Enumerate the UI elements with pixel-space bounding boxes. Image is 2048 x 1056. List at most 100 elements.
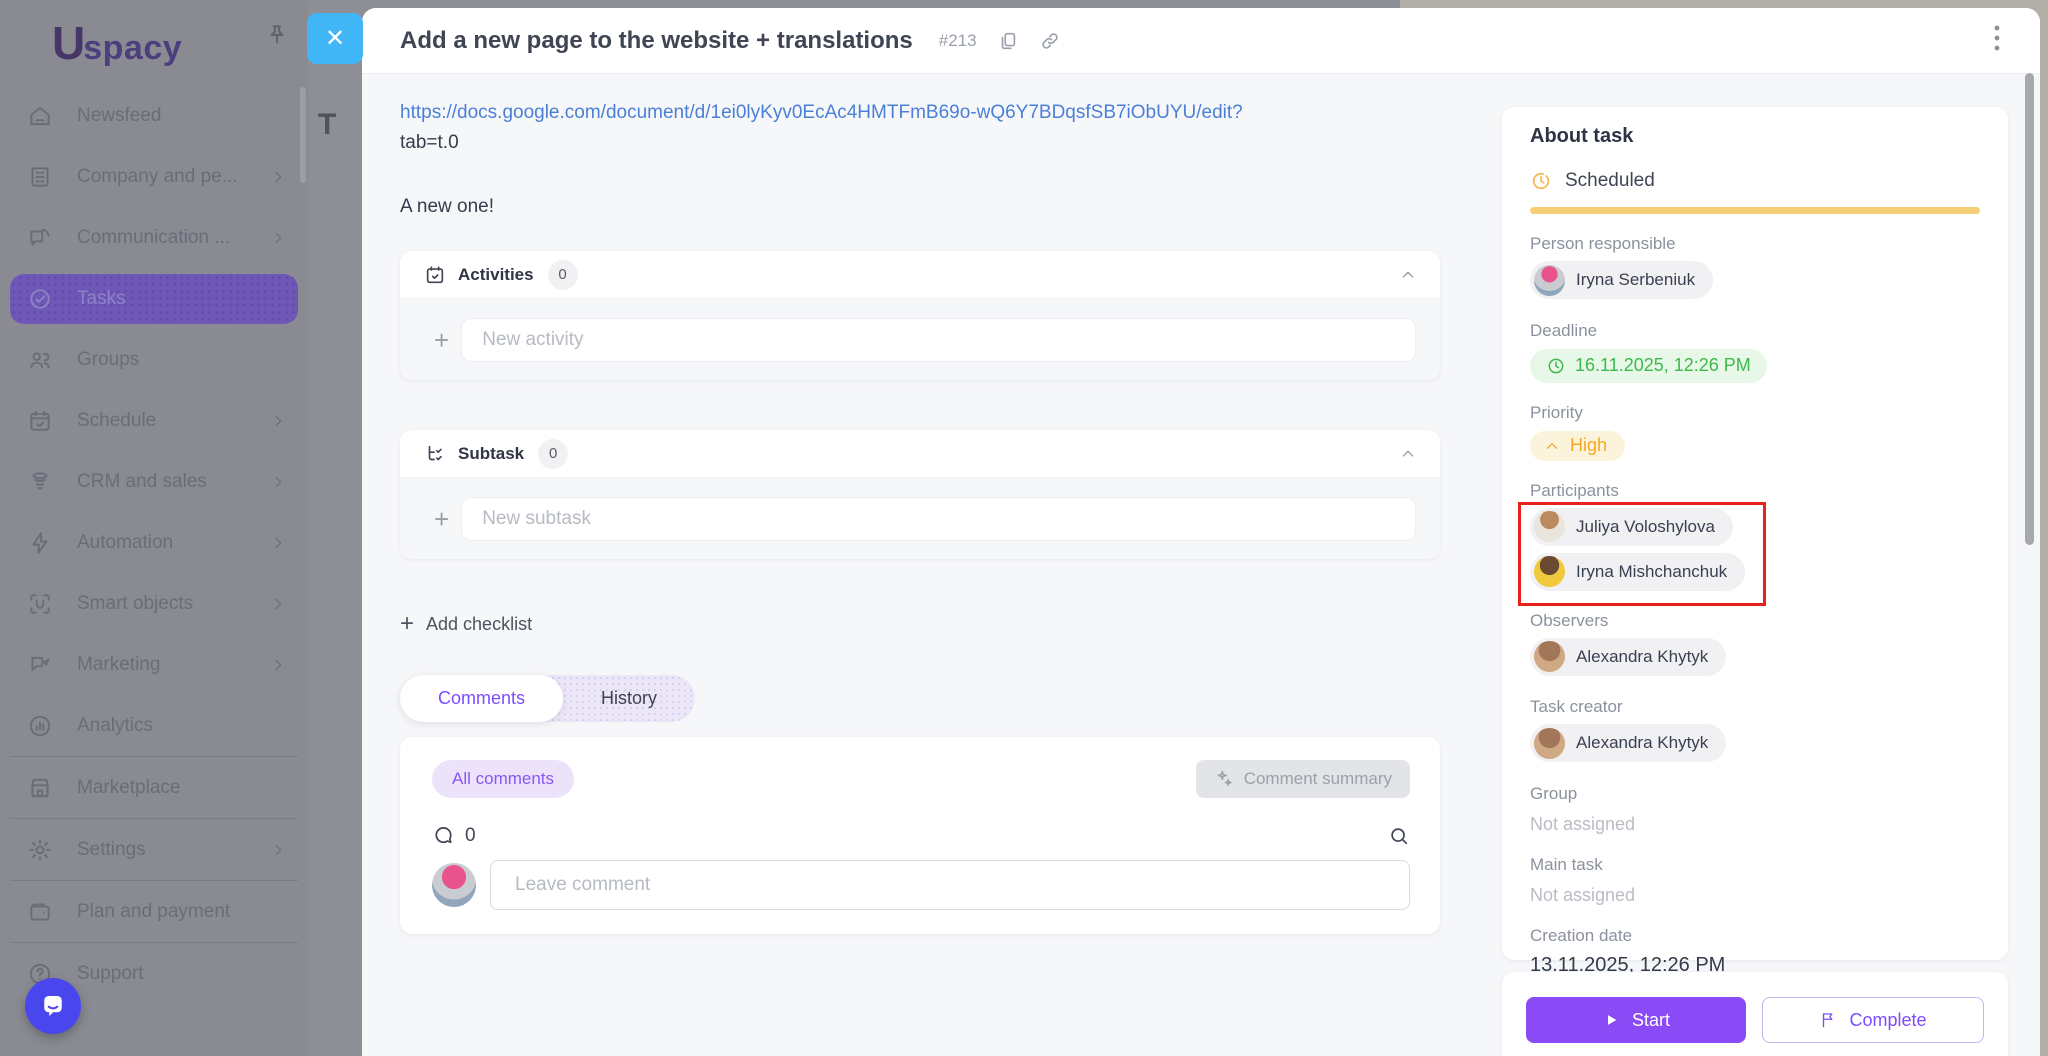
sidebar-item-smart-objects[interactable]: Smart objects	[0, 573, 308, 634]
task-status: Scheduled	[1565, 170, 1655, 192]
complete-button[interactable]: Complete	[1762, 997, 1984, 1043]
funnel-stack-icon	[27, 469, 53, 495]
activities-section: Activities 0 +	[400, 251, 1440, 380]
sidebar: U spacy Newsfeed Company and pe... Commu…	[0, 0, 308, 1056]
avatar	[1534, 641, 1565, 672]
sidebar-item-company[interactable]: Company and pe...	[0, 146, 308, 207]
chevron-right-icon	[270, 474, 286, 490]
sidebar-item-schedule[interactable]: Schedule	[0, 390, 308, 451]
chat-phone-icon	[27, 225, 53, 251]
leave-comment-input[interactable]	[490, 860, 1410, 910]
add-checklist-label: Add checklist	[426, 614, 532, 635]
about-task-panel: About task Scheduled Person responsible …	[1502, 107, 2008, 960]
chevron-right-icon	[270, 230, 286, 246]
person-responsible-value: Iryna Serbeniuk	[1576, 270, 1695, 290]
description-link[interactable]: https://docs.google.com/document/d/1ei0l…	[400, 102, 1243, 123]
sidebar-item-settings[interactable]: Settings	[0, 819, 308, 880]
store-icon	[27, 775, 53, 801]
sidebar-item-label: Automation	[77, 532, 270, 554]
sidebar-item-automation[interactable]: Automation	[0, 512, 308, 573]
observers-label: Observers	[1530, 611, 1980, 631]
chevron-up-icon[interactable]	[1400, 446, 1416, 462]
priority-chip[interactable]: High	[1530, 431, 1625, 461]
copy-icon[interactable]	[997, 30, 1019, 52]
new-activity-input[interactable]	[461, 318, 1416, 362]
logo-mark: U	[52, 16, 83, 70]
avatar	[1534, 265, 1565, 296]
chevron-right-icon	[270, 535, 286, 551]
deadline-label: Deadline	[1530, 321, 1980, 341]
deadline-chip[interactable]: 16.11.2025, 12:26 PM	[1530, 349, 1767, 383]
check-circle-icon	[27, 286, 53, 312]
comment-bubble-icon	[432, 824, 455, 847]
task-creator-chip[interactable]: Alexandra Khytyk	[1530, 724, 1726, 762]
comment-summary-button[interactable]: Comment summary	[1196, 760, 1410, 798]
chevron-right-icon	[270, 596, 286, 612]
comment-summary-label: Comment summary	[1244, 769, 1392, 789]
chevron-up-icon[interactable]	[1400, 267, 1416, 283]
activities-header[interactable]: Activities 0	[400, 251, 1440, 299]
sidebar-item-groups[interactable]: Groups	[0, 329, 308, 390]
subtask-header[interactable]: Subtask 0	[400, 430, 1440, 478]
sidebar-item-label: Analytics	[77, 715, 294, 737]
sidebar-item-marketing[interactable]: Marketing	[0, 634, 308, 695]
sidebar-item-crm[interactable]: CRM and sales	[0, 451, 308, 512]
task-modal-body: https://docs.google.com/document/d/1ei0l…	[362, 74, 2040, 1056]
add-checklist-button[interactable]: + Add checklist	[400, 612, 1440, 636]
sidebar-item-newsfeed[interactable]: Newsfeed	[0, 85, 308, 146]
sidebar-item-marketplace[interactable]: Marketplace	[0, 757, 308, 818]
annotation-red-box	[1518, 502, 1766, 606]
activity-calendar-icon	[424, 264, 446, 286]
gear-icon	[27, 837, 53, 863]
sidebar-item-label: Smart objects	[77, 593, 270, 615]
link-icon[interactable]	[1039, 30, 1061, 52]
tab-history[interactable]: History	[563, 675, 695, 722]
support-chat-button[interactable]	[25, 978, 81, 1034]
start-button[interactable]: Start	[1526, 997, 1746, 1043]
task-status-row[interactable]: Scheduled	[1530, 170, 1980, 192]
sidebar-scrollbar[interactable]	[300, 87, 306, 183]
sidebar-item-label: Settings	[77, 839, 270, 861]
plus-icon: +	[400, 612, 414, 636]
calendar-icon	[27, 408, 53, 434]
ai-sparkle-icon	[1214, 769, 1234, 789]
building-icon	[27, 164, 53, 190]
comment-count-row: 0	[432, 824, 1410, 847]
task-main-column: https://docs.google.com/document/d/1ei0l…	[400, 74, 1440, 934]
person-responsible-label: Person responsible	[1530, 234, 1980, 254]
chat-bubble-icon	[38, 991, 68, 1021]
uspacy-logo[interactable]: U spacy	[52, 16, 182, 70]
sidebar-item-tasks[interactable]: Tasks	[0, 268, 308, 329]
all-comments-filter[interactable]: All comments	[432, 760, 574, 798]
activities-count-badge: 0	[548, 260, 578, 290]
sidebar-item-label: Groups	[77, 349, 294, 371]
modal-scrollbar[interactable]	[2025, 73, 2034, 545]
sidebar-item-communication[interactable]: Communication ...	[0, 207, 308, 268]
about-task-title: About task	[1530, 125, 1980, 148]
chevron-right-icon	[270, 657, 286, 673]
search-icon[interactable]	[1388, 825, 1410, 847]
subtask-title: Subtask	[458, 444, 524, 464]
activities-title: Activities	[458, 265, 534, 285]
dimmed-page-heading: T	[318, 108, 336, 142]
person-responsible-chip[interactable]: Iryna Serbeniuk	[1530, 261, 1713, 299]
sidebar-item-plan-payment[interactable]: Plan and payment	[0, 881, 308, 942]
pin-sidebar-icon[interactable]	[264, 22, 290, 48]
close-button[interactable]: ✕	[307, 13, 363, 64]
new-subtask-input[interactable]	[461, 497, 1416, 541]
sidebar-item-label: Communication ...	[77, 227, 270, 249]
sidebar-item-label: Support	[77, 963, 294, 985]
plus-icon: +	[434, 506, 449, 532]
close-icon: ✕	[325, 24, 345, 53]
sidebar-item-analytics[interactable]: Analytics	[0, 695, 308, 756]
people-icon	[27, 347, 53, 373]
sidebar-item-label: Marketplace	[77, 777, 294, 799]
sidebar-item-tasks-active: Tasks	[10, 274, 298, 324]
chevron-right-icon	[270, 842, 286, 858]
home-icon	[27, 103, 53, 129]
observer-chip[interactable]: Alexandra Khytyk	[1530, 638, 1726, 676]
tab-comments[interactable]: Comments	[400, 675, 563, 722]
more-options-icon[interactable]	[1994, 25, 2000, 56]
task-creator-name: Alexandra Khytyk	[1576, 733, 1708, 753]
sidebar-item-label: Tasks	[77, 288, 290, 310]
